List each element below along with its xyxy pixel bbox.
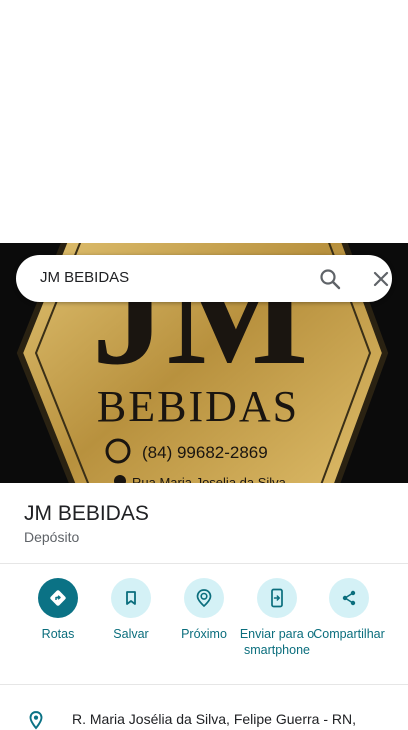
action-label: Compartilhar [313,627,385,641]
share-icon [329,578,369,618]
address-text[interactable]: R. Maria Josélia da Silva, Felipe Guerra… [72,711,356,727]
action-label: Enviar para o smartphone [239,627,315,657]
action-label: Salvar [113,627,149,641]
close-icon[interactable] [369,267,393,291]
save-button[interactable]: Salvar [93,578,169,642]
place-category: Depósito [24,529,80,545]
nearby-button[interactable]: Próximo [166,578,242,642]
search-query[interactable]: JM BEBIDAS [40,269,129,286]
action-label: Próximo [181,627,227,641]
svg-text:BEBIDAS: BEBIDAS [97,382,299,431]
bookmark-icon [111,578,151,618]
map-blank-area [0,0,408,243]
location-pin-icon [29,711,43,730]
divider [0,684,408,685]
action-label: Rotas [41,627,75,641]
directions-button[interactable]: Rotas [20,578,96,642]
nearby-icon [184,578,224,618]
search-bar[interactable]: JM BEBIDAS [16,255,392,302]
place-title: JM BEBIDAS [24,502,149,525]
search-icon[interactable] [318,267,342,291]
divider [0,563,408,564]
share-button[interactable]: Compartilhar [311,578,387,642]
svg-text:Rua Maria Joselia da Silva: Rua Maria Joselia da Silva [132,475,287,483]
directions-icon [38,578,78,618]
svg-text:(84) 99682-2869: (84) 99682-2869 [142,443,268,462]
send-to-phone-icon [257,578,297,618]
send-to-phone-button[interactable]: Enviar para o smartphone [239,578,315,658]
